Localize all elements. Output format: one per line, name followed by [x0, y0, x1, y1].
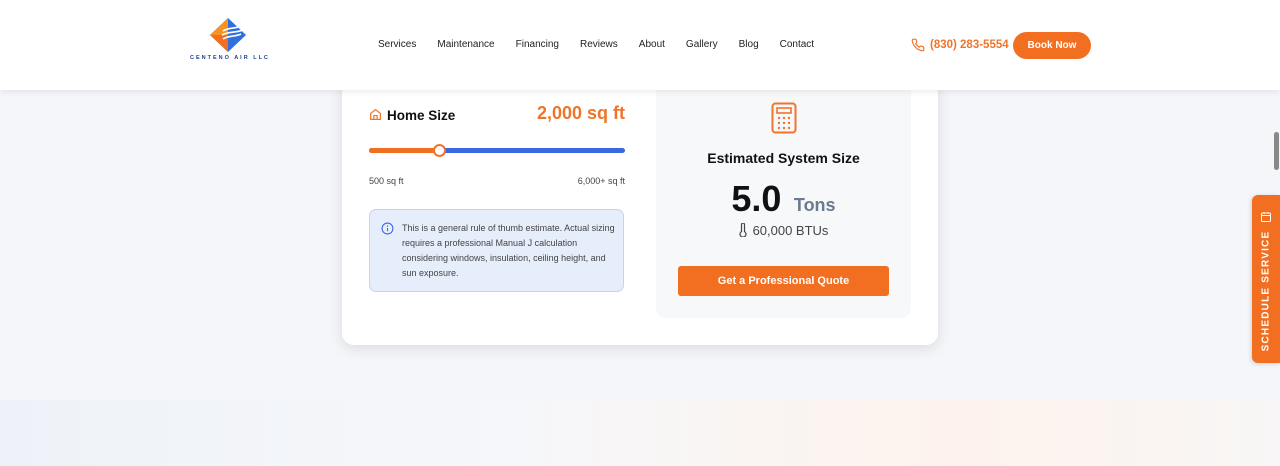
phone-icon — [911, 38, 925, 52]
tons-value: 5.0 — [731, 178, 782, 219]
nav-financing[interactable]: Financing — [516, 39, 559, 50]
slider-fill — [369, 148, 439, 153]
page-background-glow — [0, 400, 1280, 466]
result-panel: Estimated System Size 5.0 Tons 60,000 BT… — [656, 82, 911, 318]
home-icon — [370, 109, 381, 120]
nav-blog[interactable]: Blog — [739, 39, 759, 50]
btu-row: 60,000 BTUs — [656, 223, 911, 238]
nav-maintenance[interactable]: Maintenance — [437, 39, 494, 50]
main-nav: Services Maintenance Financing Reviews A… — [378, 39, 835, 50]
calculator-card: Home Size 2,000 sq ft 500 sq ft 6,000+ s… — [342, 60, 938, 345]
info-note: This is a general rule of thumb estimate… — [369, 209, 624, 292]
book-now-button[interactable]: Book Now — [1013, 32, 1091, 59]
info-icon — [381, 222, 394, 235]
site-header: CENTENO AIR LLC Services Maintenance Fin… — [0, 0, 1280, 90]
home-size-slider[interactable] — [369, 144, 625, 158]
thermometer-icon — [738, 223, 747, 237]
phone-link[interactable]: (830) 283-5554 — [911, 38, 1009, 52]
schedule-service-tab[interactable]: SCHEDULE SERVICE — [1252, 195, 1280, 363]
result-title: Estimated System Size — [707, 150, 860, 166]
btu-value: 60,000 BTUs — [752, 223, 829, 238]
range-max-label: 6,000+ sq ft — [577, 176, 625, 186]
tons-row: 5.0 Tons — [656, 178, 911, 220]
calendar-icon — [1261, 212, 1271, 222]
home-size-label: Home Size — [387, 108, 456, 123]
nav-contact[interactable]: Contact — [780, 39, 814, 50]
scrollbar-thumb[interactable] — [1274, 132, 1279, 170]
nav-gallery[interactable]: Gallery — [686, 39, 718, 50]
tons-unit: Tons — [793, 195, 836, 215]
nav-services[interactable]: Services — [378, 39, 416, 50]
schedule-service-label: SCHEDULE SERVICE — [1260, 230, 1272, 352]
nav-reviews[interactable]: Reviews — [580, 39, 618, 50]
logo[interactable]: CENTENO AIR LLC — [190, 14, 270, 66]
nav-about[interactable]: About — [639, 39, 665, 50]
home-size-value: 2,000 sq ft — [536, 103, 625, 123]
get-quote-button[interactable]: Get a Professional Quote — [678, 266, 889, 296]
phone-number: (830) 283-5554 — [930, 39, 1009, 51]
home-size-row: Home Size 2,000 sq ft — [369, 103, 625, 127]
slider-thumb[interactable] — [432, 144, 446, 157]
logo-mark-icon — [210, 18, 246, 52]
info-text: This is a general rule of thumb estimate… — [402, 223, 615, 278]
range-min-label: 500 sq ft — [369, 176, 404, 186]
logo-text: CENTENO AIR LLC — [190, 55, 270, 61]
calculator-icon — [771, 102, 797, 134]
